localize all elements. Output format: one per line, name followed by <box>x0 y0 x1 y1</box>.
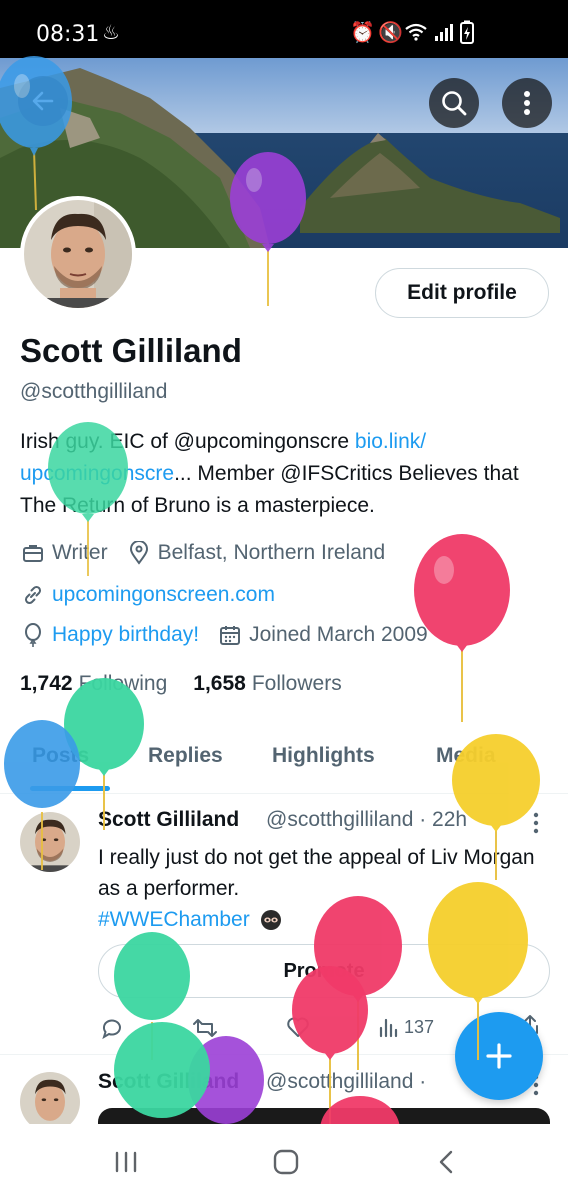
follow-stats: 1,742 Following 1,658 Followers <box>20 672 342 696</box>
promote-button[interactable]: Promote <box>98 944 550 998</box>
profile-avatar[interactable] <box>20 196 136 312</box>
tweet-avatar[interactable] <box>20 812 80 872</box>
profile-handle: @scotthgilliland <box>20 380 168 403</box>
home-button[interactable] <box>256 1142 316 1182</box>
bio-link-cont[interactable]: upcomingonscre <box>20 462 174 485</box>
profile-name: Scott Gilliland <box>20 332 242 369</box>
alarm-icon: ⏰ <box>350 20 375 44</box>
balloon-icon <box>20 622 46 648</box>
wwe-emoji-icon <box>260 910 281 931</box>
followers-label: Followers <box>251 672 342 695</box>
reply-button[interactable] <box>100 1016 124 1040</box>
reply-icon <box>102 1019 121 1040</box>
following-count: 1,742 <box>20 672 73 695</box>
search-button[interactable] <box>429 78 479 128</box>
profile-meta-row-1: Writer Belfast, Northern Ireland <box>20 540 385 566</box>
profile-occupation: Writer <box>52 541 108 564</box>
tweet-hashtag[interactable]: #WWEChamber <box>98 908 250 931</box>
tab-replies[interactable]: Replies <box>148 744 223 768</box>
following-link[interactable]: 1,742 Following <box>20 672 167 696</box>
repost-icon <box>193 1019 217 1037</box>
tab-media[interactable]: Media <box>436 744 496 768</box>
search-icon <box>442 91 467 116</box>
chevron-left-icon <box>439 1150 453 1174</box>
repost-button[interactable] <box>192 1016 218 1040</box>
views-icon <box>379 1018 398 1038</box>
tweet-author-handle[interactable]: @scotthgilliland · <box>266 1070 426 1094</box>
tweet-text: I really just do not get the appeal of L… <box>98 842 548 935</box>
back-nav-button[interactable] <box>416 1142 476 1182</box>
following-label: Following <box>78 672 168 695</box>
like-button[interactable] <box>286 1016 310 1038</box>
link-icon <box>20 582 46 608</box>
profile-bio: Irish guy. EIC of @upcomingonscre bio.li… <box>20 426 550 522</box>
tweet-author-handle[interactable]: @scotthgilliland · 22h <box>266 808 467 832</box>
more-vertical-icon <box>524 91 530 115</box>
system-nav-bar <box>0 1124 568 1200</box>
wifi-icon <box>405 23 427 41</box>
profile-website[interactable]: upcomingonscreen.com <box>52 583 275 607</box>
profile-tabs: Posts Replies Highlights Media <box>0 728 568 794</box>
views-button[interactable]: 137 <box>378 1016 434 1038</box>
plus-icon <box>486 1043 512 1069</box>
tweet-body: I really just do not get the appeal of L… <box>98 846 535 900</box>
bio-link[interactable]: bio.link/ <box>355 430 426 453</box>
tab-highlights[interactable]: Highlights <box>272 744 375 768</box>
home-icon <box>273 1149 299 1175</box>
battery-icon <box>460 20 474 44</box>
tab-posts[interactable]: Posts <box>32 744 89 768</box>
profile-birthday[interactable]: Happy birthday! <box>52 623 199 647</box>
bio-text-1: Irish guy. EIC of @upcomingonscre <box>20 430 355 453</box>
profile-meta-row-3: Happy birthday! Joined March 2009 <box>20 622 428 648</box>
profile-meta-row-2: upcomingonscreen.com <box>20 582 275 608</box>
calendar-icon <box>217 622 243 648</box>
tweet-author-name[interactable]: Scott Gilliland <box>98 1070 239 1094</box>
active-tab-indicator <box>30 786 110 791</box>
location-icon <box>126 540 152 566</box>
profile-joined: Joined March 2009 <box>249 623 428 646</box>
arrow-left-icon <box>32 91 54 111</box>
balloon-pink <box>414 534 510 722</box>
status-time: 08:31 <box>36 22 100 47</box>
heart-icon <box>287 1017 309 1037</box>
followers-count: 1,658 <box>193 672 246 695</box>
compose-post-button[interactable] <box>455 1012 543 1100</box>
status-bar: 08:31 ♨ ⏰ 🔇 <box>0 0 568 58</box>
more-button[interactable] <box>502 78 552 128</box>
tweet-avatar[interactable] <box>20 1072 80 1132</box>
briefcase-icon <box>20 540 46 566</box>
edit-profile-button[interactable]: Edit profile <box>375 268 549 318</box>
profile-location: Belfast, Northern Ireland <box>157 541 386 564</box>
back-button[interactable] <box>18 76 68 126</box>
notification-icon: ♨ <box>102 20 120 44</box>
avatar-photo <box>24 200 132 308</box>
followers-link[interactable]: 1,658 Followers <box>193 672 341 696</box>
signal-icon <box>435 24 453 41</box>
views-count: 137 <box>404 1016 435 1037</box>
recents-icon <box>115 1151 137 1173</box>
mute-icon: 🔇 <box>378 20 403 44</box>
tweet-more-icon[interactable] <box>532 812 540 834</box>
recent-apps-button[interactable] <box>96 1142 156 1182</box>
tweet-author-name[interactable]: Scott Gilliland <box>98 808 239 832</box>
